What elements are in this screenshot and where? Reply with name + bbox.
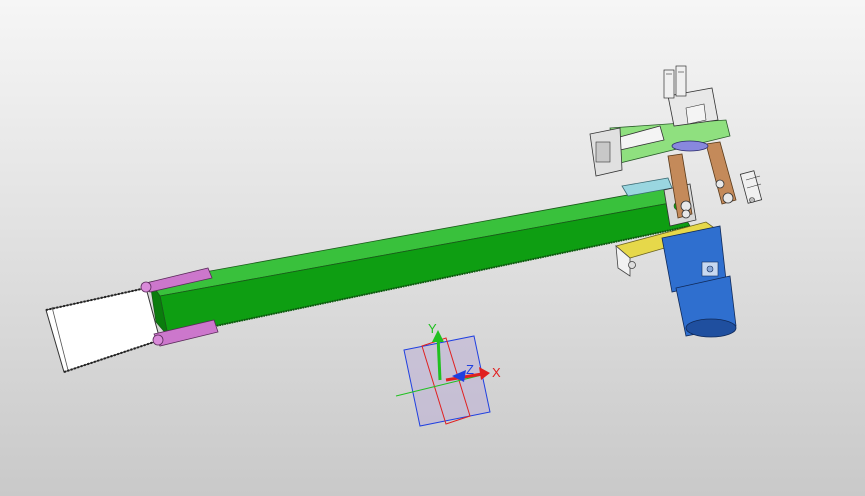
triad-label-y: Y [428,321,437,336]
link-arm-right[interactable] [705,141,737,205]
end-connector[interactable] [739,170,763,204]
main-arm-beam[interactable] [149,187,691,338]
3d-viewport[interactable]: Y X Z [0,0,865,496]
coordinate-triad[interactable]: Y X Z [395,321,501,427]
cad-scene[interactable]: Y X Z [0,0,865,496]
triad-label-x: X [492,365,501,380]
triad-label-z: Z [466,362,474,377]
arm-end-frame[interactable] [45,287,161,373]
blue-motor[interactable] [661,225,737,338]
gripper-assembly[interactable] [589,65,731,177]
triad-y-axis [436,335,442,381]
